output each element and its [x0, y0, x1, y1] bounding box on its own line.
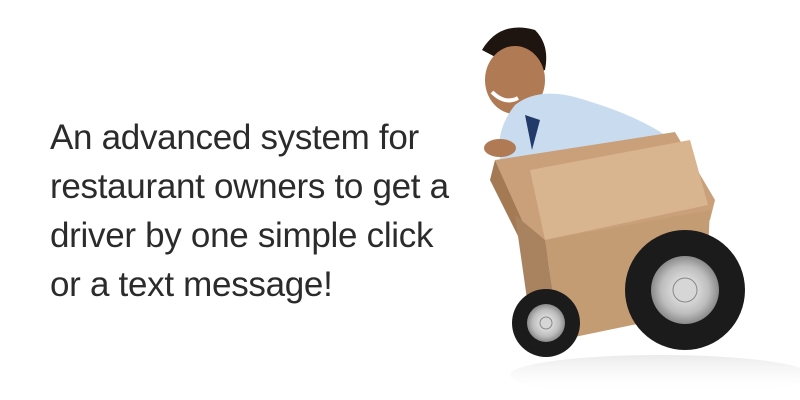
headline-line: driver by one simple click [50, 216, 434, 255]
large-wheel [625, 230, 745, 350]
floor-reflection [510, 355, 800, 395]
headline-line: or a text message! [50, 265, 333, 304]
small-wheel [512, 289, 580, 357]
headline-text: An advanced system for restaurant owners… [50, 113, 490, 309]
headline-line: restaurant owners to get a [50, 167, 449, 206]
headline-line: An advanced system for [50, 118, 419, 157]
man-in-cardboard-box-illustration [482, 27, 800, 395]
